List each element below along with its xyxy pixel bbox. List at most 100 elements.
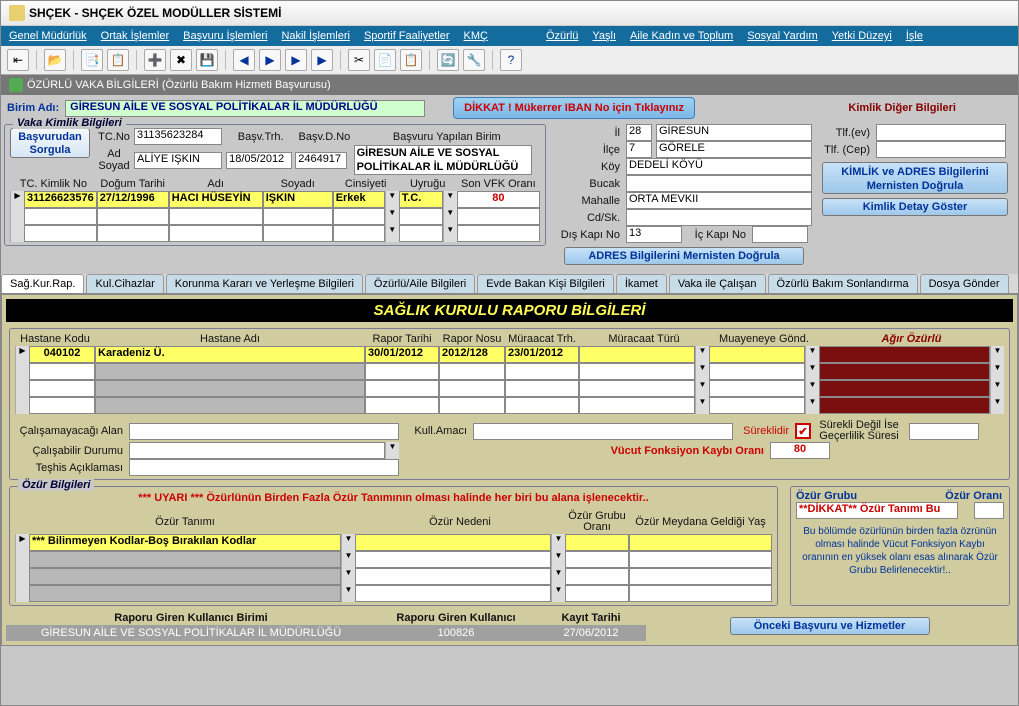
cell[interactable]	[439, 380, 505, 397]
menu-item[interactable]: Sportif Faaliyetler	[364, 30, 450, 42]
dropdown-icon[interactable]: ▼	[551, 568, 565, 585]
row-selector[interactable]	[10, 225, 24, 242]
ozur-orani-field[interactable]	[974, 502, 1004, 519]
cell[interactable]	[29, 363, 95, 380]
cell[interactable]: 30/01/2012	[365, 346, 439, 363]
tab-aile[interactable]: Özürlü/Aile Bilgileri	[365, 274, 475, 293]
tab-ikamet[interactable]: İkamet	[616, 274, 667, 293]
bucak-field[interactable]	[626, 175, 812, 192]
dropdown-icon[interactable]: ▼	[990, 397, 1004, 414]
delete-icon[interactable]: ✖	[170, 49, 192, 71]
cell[interactable]	[457, 208, 540, 225]
cell[interactable]: 040102	[29, 346, 95, 363]
tab-dosya[interactable]: Dosya Gönder	[920, 274, 1009, 293]
cell[interactable]	[333, 208, 385, 225]
gecerlilik-field[interactable]	[909, 423, 979, 440]
cell-cins[interactable]: Erkek	[333, 191, 385, 208]
cell[interactable]	[579, 363, 695, 380]
cell[interactable]	[29, 397, 95, 414]
copy-icon[interactable]: 📑	[81, 49, 103, 71]
copy2-icon[interactable]: 📄	[374, 49, 396, 71]
cell[interactable]	[505, 397, 579, 414]
menu-item[interactable]: Yetki Düzeyi	[832, 30, 892, 42]
koy-field[interactable]: DEDELİ KÖYÜ	[626, 158, 812, 175]
kullamaci-field[interactable]	[473, 423, 733, 440]
vucut-field[interactable]: 80	[770, 442, 830, 459]
cdsk-field[interactable]	[626, 209, 812, 226]
dropdown-icon[interactable]: ▼	[805, 397, 819, 414]
first-icon[interactable]: ◀	[233, 49, 255, 71]
cell[interactable]	[709, 363, 805, 380]
cell[interactable]	[579, 397, 695, 414]
tlf-cep-field[interactable]	[876, 141, 1006, 158]
cell[interactable]	[579, 346, 695, 363]
cell[interactable]	[355, 551, 551, 568]
tab-sonlandir[interactable]: Özürlü Bakım Sonlandırma	[768, 274, 918, 293]
tab-sagkur[interactable]: Sağ.Kur.Rap.	[1, 274, 84, 293]
cell-tc[interactable]: 31126623576	[24, 191, 97, 208]
row-selector[interactable]: ▶	[15, 534, 29, 551]
refresh-icon[interactable]: 🔄	[437, 49, 459, 71]
cell[interactable]	[819, 363, 990, 380]
cell[interactable]	[97, 225, 169, 242]
dropdown-icon[interactable]: ▼	[990, 380, 1004, 397]
cell[interactable]	[439, 363, 505, 380]
cell[interactable]	[629, 551, 772, 568]
dropdown-icon[interactable]: ▼	[551, 585, 565, 602]
dropdown-icon[interactable]: ▼	[341, 551, 355, 568]
cell[interactable]	[355, 534, 551, 551]
basvtrh-field[interactable]: 18/05/2012	[226, 152, 292, 169]
dropdown-icon[interactable]: ▼	[385, 208, 399, 225]
calisamayacagi-field[interactable]	[129, 423, 399, 440]
save-icon[interactable]: 💾	[196, 49, 218, 71]
row-selector[interactable]: ▶	[10, 191, 24, 208]
cell[interactable]	[565, 568, 629, 585]
cell[interactable]	[365, 363, 439, 380]
dropdown-icon[interactable]: ▼	[805, 346, 819, 363]
menu-item[interactable]: İşle	[906, 30, 923, 42]
menu-item[interactable]: KMÇ	[464, 30, 488, 42]
row-selector[interactable]	[15, 551, 29, 568]
menu-item[interactable]: Özürlü	[546, 30, 578, 42]
onceki-button[interactable]: Önceki Başvuru ve Hizmetler	[730, 617, 930, 635]
cell[interactable]: 2012/128	[439, 346, 505, 363]
ilce-field[interactable]: GÖRELE	[656, 141, 812, 158]
menu-item[interactable]: Aile Kadın ve Toplum	[630, 30, 733, 42]
cell[interactable]	[457, 225, 540, 242]
cell-adi[interactable]: HACI HÜSEYİN	[169, 191, 263, 208]
menu-item[interactable]: Genel Müdürlük	[9, 30, 87, 42]
sorgula-button[interactable]: Başvurudan Sorgula	[10, 128, 90, 158]
cell-agir[interactable]	[819, 346, 990, 363]
dropdown-icon[interactable]: ▼	[805, 363, 819, 380]
dropdown-icon[interactable]: ▼	[443, 225, 457, 242]
dropdown-icon[interactable]: ▼	[385, 442, 399, 459]
dropdown-icon[interactable]: ▼	[443, 208, 457, 225]
dikkat-iban-button[interactable]: DİKKAT ! Mükerrer IBAN No için Tıklayını…	[453, 97, 695, 119]
cut-icon[interactable]: ✂	[348, 49, 370, 71]
dropdown-icon[interactable]: ▼	[695, 397, 709, 414]
cell[interactable]	[439, 397, 505, 414]
dropdown-icon[interactable]: ▼	[695, 363, 709, 380]
cell[interactable]	[709, 397, 805, 414]
cell[interactable]	[95, 363, 365, 380]
il-kod[interactable]: 28	[626, 124, 652, 141]
cell[interactable]	[29, 551, 341, 568]
cell[interactable]	[333, 225, 385, 242]
mahalle-field[interactable]: ORTA MEVKII	[626, 192, 812, 209]
cell-uyruk[interactable]: T.C.	[399, 191, 443, 208]
cell[interactable]	[709, 380, 805, 397]
mernis-dogrula-button[interactable]: KİMLİK ve ADRES Bilgilerini Mernisten Do…	[822, 162, 1008, 194]
cell[interactable]	[565, 534, 629, 551]
cell[interactable]	[24, 208, 97, 225]
row-selector[interactable]	[15, 363, 29, 380]
new-icon[interactable]: ➕	[144, 49, 166, 71]
dropdown-icon[interactable]: ▼	[695, 346, 709, 363]
cell[interactable]	[365, 380, 439, 397]
help-icon[interactable]: ?	[500, 49, 522, 71]
adres-mernis-button[interactable]: ADRES Bilgilerini Mernisten Doğrula	[564, 247, 804, 265]
cell-dogum[interactable]: 27/12/1996	[97, 191, 169, 208]
dropdown-icon[interactable]: ▼	[990, 363, 1004, 380]
cell[interactable]	[95, 380, 365, 397]
tlf-ev-field[interactable]	[876, 124, 1006, 141]
cell[interactable]	[29, 380, 95, 397]
